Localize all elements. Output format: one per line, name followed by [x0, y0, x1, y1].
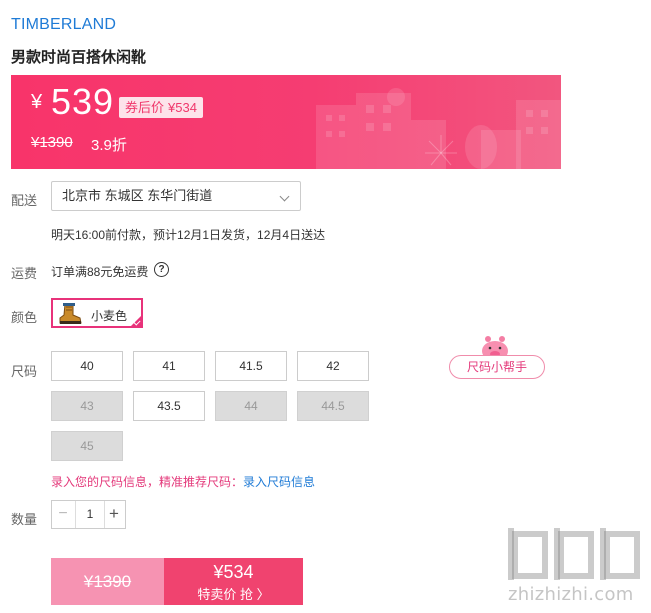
size-info-text: 录入您的尺码信息，精准推荐尺码：	[51, 475, 244, 489]
coupon-label: 券后价	[125, 100, 165, 115]
size-label: 尺码	[11, 364, 38, 379]
size-option-45-disabled: 45	[51, 431, 123, 461]
price-currency: ¥	[31, 91, 43, 113]
address-selector[interactable]: 北京市 东城区 东华门街道	[51, 181, 301, 211]
original-price: ¥1390	[31, 134, 73, 151]
quantity-stepper: − 1 +	[51, 500, 126, 529]
boot-thumbnail-icon	[59, 303, 82, 324]
brand-name[interactable]: TIMBERLAND	[11, 16, 116, 34]
size-helper-button[interactable]: 尺码小帮手	[449, 355, 545, 379]
size-info-prompt: 录入您的尺码信息，精准推荐尺码：录入尺码信息	[51, 473, 315, 490]
size-option-41[interactable]: 41	[133, 351, 205, 381]
buy-action-label: 特卖价 抢 〉	[197, 587, 270, 602]
current-price: 539	[51, 81, 115, 122]
coupon-price: ¥534	[168, 100, 197, 115]
buy-original-price: ¥1390	[51, 558, 164, 605]
buy-now-button[interactable]: ¥534 特卖价 抢 〉	[164, 558, 303, 605]
size-option-44-5-disabled: 44.5	[297, 391, 369, 421]
fee-label: 运费	[11, 266, 38, 281]
delivery-estimate: 明天16:00前付款，预计12月1日发货，12月4日送达	[51, 228, 326, 242]
watermark-text: zhizhizhi.com	[508, 584, 634, 605]
coupon-price-badge: 券后价 ¥534	[119, 97, 203, 118]
enter-size-info-link[interactable]: 录入尺码信息	[243, 475, 315, 489]
color-label: 颜色	[11, 310, 38, 325]
address-value: 北京市 东城区 东华门街道	[62, 188, 213, 203]
color-option-selected[interactable]: 小麦色	[51, 298, 143, 328]
size-option-43-5[interactable]: 43.5	[133, 391, 205, 421]
increase-quantity-button[interactable]: +	[103, 501, 125, 528]
size-option-40[interactable]: 40	[51, 351, 123, 381]
free-shipping-note: 订单满88元免运费	[51, 265, 149, 279]
help-icon[interactable]: ?	[154, 262, 169, 277]
size-option-41-5[interactable]: 41.5	[215, 351, 287, 381]
size-option-44-disabled: 44	[215, 391, 287, 421]
decrease-quantity-button[interactable]: −	[52, 501, 74, 528]
price-banner: ¥ 539 券后价 ¥534 ¥1390 3.9折	[11, 75, 561, 169]
buy-sale-price: ¥534	[213, 562, 254, 582]
color-option-label: 小麦色	[91, 309, 128, 323]
quantity-label: 数量	[11, 512, 38, 527]
size-option-42[interactable]: 42	[297, 351, 369, 381]
shipping-label: 配送	[11, 193, 38, 208]
size-option-43-disabled: 43	[51, 391, 123, 421]
chevron-down-icon	[279, 191, 290, 202]
quantity-value[interactable]: 1	[75, 501, 105, 528]
product-title: 男款时尚百搭休闲靴	[11, 49, 147, 66]
discount-rate: 3.9折	[91, 137, 127, 154]
